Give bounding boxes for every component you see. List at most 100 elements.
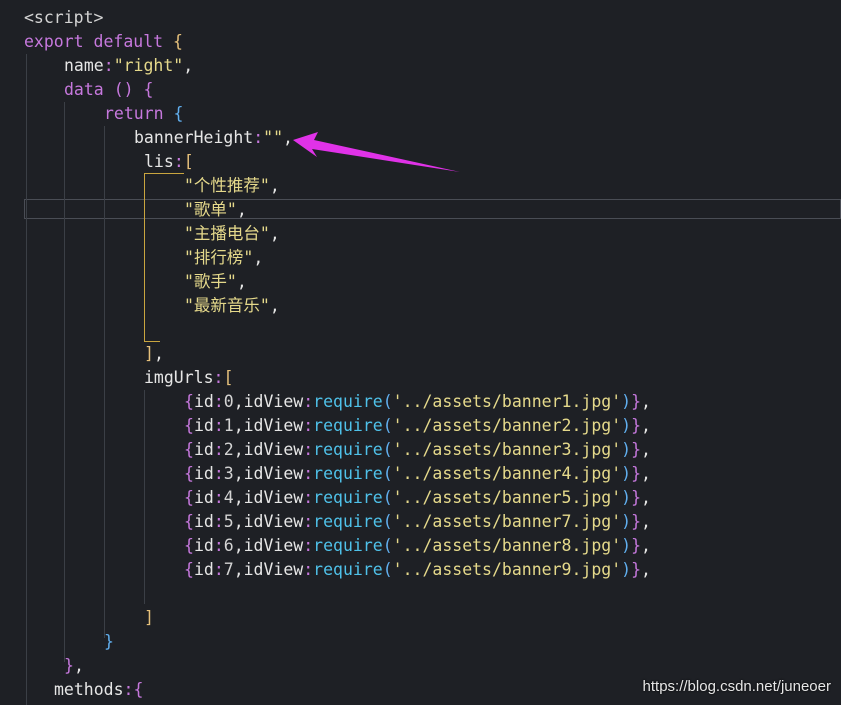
- code-token: ): [621, 512, 632, 531]
- code-line[interactable]: methods:{: [54, 678, 143, 702]
- code-line[interactable]: },: [64, 654, 84, 678]
- code-line[interactable]: name:"right",: [64, 54, 193, 78]
- code-line[interactable]: "歌单",: [184, 198, 247, 222]
- code-token: }: [631, 536, 642, 555]
- code-line[interactable]: }: [104, 630, 114, 654]
- code-line[interactable]: {id:7,idView:require('../assets/banner9.…: [184, 558, 651, 582]
- indent-guide: [64, 102, 65, 662]
- code-token: ,: [641, 416, 651, 435]
- code-line[interactable]: "主播电台",: [184, 222, 280, 246]
- code-token: idView: [243, 488, 304, 507]
- code-token: ,: [233, 536, 244, 555]
- indent-guide: [104, 126, 105, 638]
- code-token: :: [103, 56, 114, 75]
- code-token: return: [104, 104, 164, 123]
- code-token: :: [253, 128, 264, 147]
- code-token: {: [173, 104, 184, 123]
- code-token: data: [64, 80, 104, 99]
- code-line[interactable]: {id:2,idView:require('../assets/banner3.…: [184, 438, 651, 462]
- code-line[interactable]: {id:5,idView:require('../assets/banner7.…: [184, 510, 651, 534]
- code-token: idView: [243, 392, 304, 411]
- code-token: id: [193, 560, 214, 579]
- code-token: ): [621, 392, 632, 411]
- code-token: ,: [153, 344, 164, 363]
- code-token: "最新音乐": [184, 296, 270, 315]
- code-line[interactable]: data () {: [64, 78, 153, 102]
- code-token: ,: [269, 224, 280, 243]
- code-token: {: [133, 680, 144, 699]
- code-token: :: [123, 680, 134, 699]
- code-token: }: [64, 656, 74, 675]
- code-token: }: [631, 488, 642, 507]
- code-token: name: [64, 56, 104, 75]
- code-token: id: [193, 512, 214, 531]
- code-token: (: [382, 440, 393, 459]
- code-token: '../assets/banner9.jpg': [392, 560, 622, 579]
- code-line[interactable]: "个性推荐",: [184, 174, 280, 198]
- code-editor[interactable]: <script> export default {name:"right", dat…: [0, 0, 841, 705]
- code-token: }: [631, 560, 642, 579]
- code-token: (: [382, 488, 393, 507]
- code-line[interactable]: ]: [144, 606, 154, 630]
- code-token: }: [631, 464, 642, 483]
- code-line[interactable]: export default {: [24, 30, 183, 54]
- code-line[interactable]: "歌手",: [184, 270, 247, 294]
- code-token: ,: [269, 176, 280, 195]
- code-line[interactable]: {id:0,idView:require('../assets/banner1.…: [184, 390, 651, 414]
- code-token: "个性推荐": [184, 176, 270, 195]
- code-token: :: [213, 464, 224, 483]
- code-line[interactable]: {id:6,idView:require('../assets/banner8.…: [184, 534, 651, 558]
- code-token: (): [113, 80, 134, 99]
- code-token: id: [193, 488, 214, 507]
- code-line[interactable]: {id:3,idView:require('../assets/banner4.…: [184, 462, 651, 486]
- code-token: {: [184, 536, 194, 555]
- indent-guide: [26, 54, 27, 705]
- code-token: [: [183, 152, 194, 171]
- code-token: require: [313, 464, 383, 483]
- code-line[interactable]: lis:[: [144, 150, 194, 174]
- code-token: 4: [223, 488, 234, 507]
- code-token: ,: [233, 440, 244, 459]
- code-line[interactable]: return {: [104, 102, 183, 126]
- code-token: 0: [223, 392, 234, 411]
- code-token: ): [621, 440, 632, 459]
- code-token: ,: [236, 272, 247, 291]
- code-token: ,: [641, 440, 651, 459]
- code-token: ): [621, 464, 632, 483]
- code-token: (: [382, 392, 393, 411]
- code-line[interactable]: <script>: [24, 6, 103, 30]
- code-token: {: [143, 80, 154, 99]
- code-token: (: [382, 464, 393, 483]
- code-token: bannerHeight: [134, 128, 254, 147]
- code-token: require: [313, 488, 383, 507]
- code-token: :: [213, 368, 224, 387]
- current-line-highlight: [24, 199, 841, 219]
- code-token: 7: [223, 560, 234, 579]
- code-token: }: [631, 512, 642, 531]
- code-line[interactable]: ],: [144, 342, 164, 366]
- code-line[interactable]: imgUrls:[: [144, 366, 233, 390]
- code-token: require: [313, 560, 383, 579]
- code-token: :: [213, 440, 224, 459]
- code-token: "排行榜": [184, 248, 254, 267]
- code-line[interactable]: bannerHeight:"",: [134, 126, 293, 150]
- code-token: ,: [641, 488, 651, 507]
- code-token: }: [104, 632, 114, 651]
- code-line[interactable]: {id:1,idView:require('../assets/banner2.…: [184, 414, 651, 438]
- code-token: (: [382, 512, 393, 531]
- code-token: lis: [144, 152, 174, 171]
- code-token: :: [303, 440, 314, 459]
- code-token: :: [213, 392, 224, 411]
- code-token: ,: [233, 560, 244, 579]
- code-token: 5: [223, 512, 234, 531]
- code-line[interactable]: "最新音乐",: [184, 294, 280, 318]
- code-token: {: [184, 392, 194, 411]
- code-token: :: [213, 560, 224, 579]
- code-line[interactable]: {id:4,idView:require('../assets/banner5.…: [184, 486, 651, 510]
- code-token: ,: [641, 536, 651, 555]
- code-line[interactable]: "排行榜",: [184, 246, 263, 270]
- code-token: }: [631, 416, 642, 435]
- code-token: '../assets/banner1.jpg': [392, 392, 622, 411]
